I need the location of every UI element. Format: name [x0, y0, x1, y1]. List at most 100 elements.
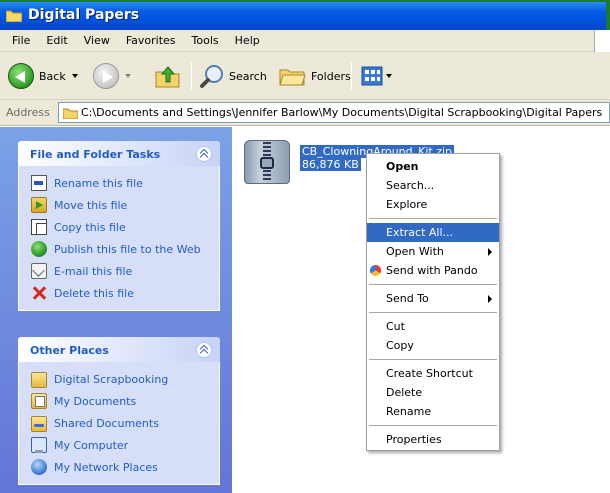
title-bar[interactable]: Digital Papers — [0, 0, 610, 32]
views-button[interactable] — [361, 60, 392, 92]
up-folder-icon — [155, 66, 180, 88]
back-arrow-icon — [8, 63, 34, 89]
windows-logo-icon — [594, 30, 610, 52]
folder-icon — [63, 108, 78, 119]
task-move-file[interactable]: Move this file — [31, 194, 219, 216]
search-icon — [200, 65, 223, 88]
place-digital-scrapbooking[interactable]: Digital Scrapbooking — [31, 368, 219, 390]
menu-separator — [369, 312, 497, 313]
place-label: Digital Scrapbooking — [54, 372, 169, 386]
forward-button[interactable] — [93, 60, 131, 92]
forward-dropdown-icon[interactable] — [125, 74, 131, 78]
task-pane: File and Folder Tasks Rename this file M… — [0, 127, 232, 493]
context-menu: Open Search... Explore Extract All... Op… — [366, 153, 500, 451]
menu-item-create-shortcut[interactable]: Create Shortcut — [367, 364, 499, 383]
other-places-box: Other Places Digital Scrapbooking My Doc… — [18, 337, 220, 485]
address-bar: Address C:\Documents and Settings\Jennif… — [0, 100, 610, 126]
task-label: E-mail this file — [54, 264, 133, 278]
task-delete-file[interactable]: Delete this file — [31, 282, 219, 304]
menu-bar: File Edit View Favorites Tools Help — [0, 30, 610, 52]
folders-icon — [279, 69, 306, 86]
window-title: Digital Papers — [28, 7, 140, 23]
file-size: 86,876 KB — [300, 158, 361, 171]
menu-separator — [369, 425, 497, 426]
menu-item-rename[interactable]: Rename — [367, 402, 499, 421]
menu-item-delete[interactable]: Delete — [367, 383, 499, 402]
toolbar-separator — [191, 62, 192, 90]
menu-separator — [369, 284, 497, 285]
task-label: Delete this file — [54, 286, 134, 300]
zipper-pull — [260, 157, 274, 169]
menu-item-extract-all[interactable]: Extract All... — [367, 223, 499, 242]
forward-arrow-icon — [93, 63, 119, 89]
address-label: Address — [6, 106, 50, 119]
menu-item-properties[interactable]: Properties — [367, 430, 499, 449]
menu-item-cut[interactable]: Cut — [367, 317, 499, 336]
folder-icon — [6, 10, 22, 22]
folder-icon — [31, 372, 47, 388]
views-dropdown-icon — [386, 74, 392, 78]
menu-item-label: Send To — [386, 292, 429, 305]
menu-item-send-to[interactable]: Send To — [367, 289, 499, 308]
search-label: Search — [229, 69, 267, 83]
delete-icon — [31, 285, 47, 301]
folders-label: Folders — [311, 69, 351, 83]
address-path: C:\Documents and Settings\Jennifer Barlo… — [81, 106, 603, 119]
shared-folder-icon — [31, 416, 47, 432]
up-folder-button[interactable] — [155, 60, 181, 92]
address-input[interactable]: C:\Documents and Settings\Jennifer Barlo… — [58, 102, 610, 123]
place-my-computer[interactable]: My Computer — [31, 434, 219, 456]
task-label: Rename this file — [54, 176, 143, 190]
network-icon — [31, 459, 47, 475]
menu-separator — [369, 359, 497, 360]
menu-edit[interactable]: Edit — [38, 34, 75, 47]
views-icon — [361, 66, 383, 86]
email-icon — [31, 263, 47, 279]
menu-help[interactable]: Help — [227, 34, 268, 47]
task-label: Copy this file — [54, 220, 126, 234]
submenu-arrow-icon — [488, 248, 492, 256]
back-button[interactable]: Back — [8, 60, 78, 92]
window-edge — [606, 2, 610, 32]
menu-file[interactable]: File — [4, 34, 38, 47]
menu-separator — [369, 218, 497, 219]
menu-item-label: Open With — [386, 245, 444, 258]
menu-item-open-with[interactable]: Open With — [367, 242, 499, 261]
back-dropdown-icon[interactable] — [71, 74, 78, 78]
other-places-list: Digital Scrapbooking My Documents Shared… — [18, 362, 220, 485]
menu-item-copy[interactable]: Copy — [367, 336, 499, 355]
toolbar: Back Search Folders — [0, 52, 610, 100]
task-email-file[interactable]: E-mail this file — [31, 260, 219, 282]
menu-item-send-with-pando[interactable]: Send with Pando — [367, 261, 499, 280]
move-icon — [31, 197, 47, 213]
rename-icon — [31, 175, 47, 191]
other-places-title: Other Places — [30, 344, 109, 357]
zip-file-icon[interactable] — [244, 140, 290, 184]
file-folder-tasks-header[interactable]: File and Folder Tasks — [18, 141, 220, 166]
task-rename-file[interactable]: Rename this file — [31, 172, 219, 194]
menu-favorites[interactable]: Favorites — [118, 34, 184, 47]
collapse-icon[interactable] — [196, 146, 212, 162]
place-label: Shared Documents — [54, 416, 159, 430]
file-folder-tasks-box: File and Folder Tasks Rename this file M… — [18, 141, 220, 311]
place-label: My Network Places — [54, 460, 158, 474]
menu-item-open[interactable]: Open — [367, 157, 499, 176]
place-my-documents[interactable]: My Documents — [31, 390, 219, 412]
search-button[interactable]: Search — [199, 60, 267, 92]
menu-item-search[interactable]: Search... — [367, 176, 499, 195]
computer-icon — [31, 437, 47, 453]
submenu-arrow-icon — [488, 295, 492, 303]
folders-button[interactable]: Folders — [279, 60, 351, 92]
task-copy-file[interactable]: Copy this file — [31, 216, 219, 238]
place-shared-documents[interactable]: Shared Documents — [31, 412, 219, 434]
other-places-header[interactable]: Other Places — [18, 337, 220, 362]
menu-item-explore[interactable]: Explore — [367, 195, 499, 214]
menu-tools[interactable]: Tools — [184, 34, 227, 47]
task-label: Publish this file to the Web — [54, 242, 201, 256]
toolbar-separator — [351, 62, 352, 90]
task-publish-file[interactable]: Publish this file to the Web — [31, 238, 219, 260]
place-my-network-places[interactable]: My Network Places — [31, 456, 219, 478]
place-label: My Documents — [54, 394, 137, 408]
menu-view[interactable]: View — [76, 34, 118, 47]
collapse-icon[interactable] — [196, 342, 212, 358]
